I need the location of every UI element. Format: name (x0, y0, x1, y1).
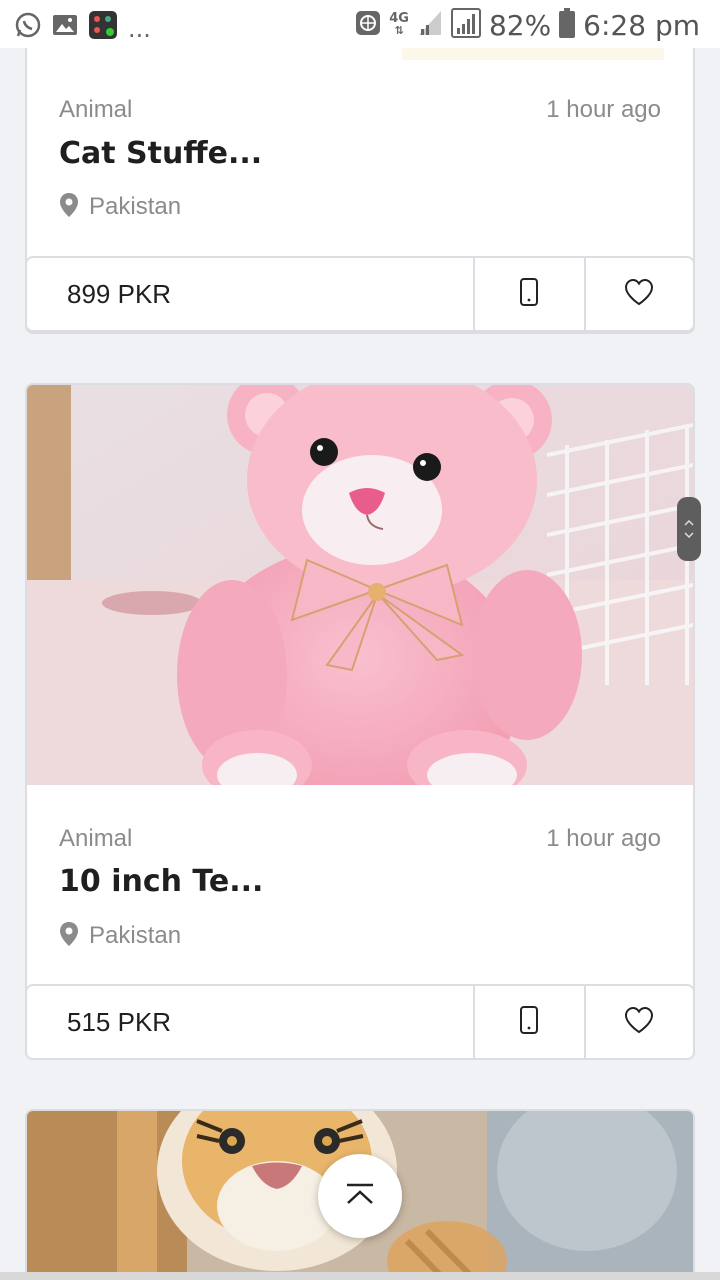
listing-price: 899 PKR (27, 258, 475, 330)
map-pin-icon (59, 921, 79, 951)
scroll-to-top-button[interactable] (318, 1154, 402, 1238)
listing-title[interactable]: 10 inch Te... (59, 864, 263, 899)
listing-card[interactable]: Animal 1 hour ago 10 inch Te... Pakistan… (25, 383, 695, 1060)
clock: 6:28 pm (583, 8, 700, 42)
listing-action-bar: 515 PKR (27, 984, 693, 1058)
listing-time: 1 hour ago (546, 825, 661, 852)
listing-card[interactable]: Animal 1 hour ago Cat Stuffe... Pakistan… (25, 0, 695, 334)
heart-icon (624, 278, 654, 310)
call-button[interactable] (475, 986, 584, 1058)
gallery-notification-icon (52, 13, 78, 41)
signal-strength-icon (417, 9, 443, 41)
more-notifications: ... (128, 15, 151, 43)
location-text: Pakistan (89, 193, 182, 220)
bottom-edge (0, 1272, 720, 1280)
heart-icon (624, 1006, 654, 1038)
listing-location: Pakistan (59, 192, 181, 222)
location-text: Pakistan (89, 922, 182, 949)
status-bar: ... 4G ⇅ 82% 6:28 pm (0, 0, 720, 48)
call-button[interactable] (475, 258, 584, 330)
listing-price: 515 PKR (27, 986, 475, 1058)
listing-image-remnant (402, 48, 664, 60)
battery-percent: 82% (488, 8, 552, 42)
app-notification-icon (88, 10, 118, 44)
listing-time: 1 hour ago (546, 96, 661, 123)
phone-icon (519, 277, 539, 311)
listing-action-bar: 899 PKR (27, 256, 693, 332)
listing-category: Animal (59, 825, 133, 852)
map-pin-icon (59, 192, 79, 222)
chevron-up-icon (344, 1183, 376, 1209)
listing-title[interactable]: Cat Stuffe... (59, 136, 262, 171)
whatsapp-notification-icon (14, 11, 42, 43)
listing-image-teddy-bear[interactable] (27, 385, 693, 785)
fast-scroll-handle[interactable] (677, 497, 701, 561)
favorite-button[interactable] (583, 258, 693, 330)
signal-strength-icon-2 (450, 8, 481, 42)
listing-category: Animal (59, 96, 133, 123)
vpn-globe-icon (355, 10, 381, 40)
battery-icon (559, 8, 576, 42)
listing-location: Pakistan (59, 921, 181, 951)
network-type: 4G ⇅ (389, 11, 409, 37)
favorite-button[interactable] (583, 986, 693, 1058)
phone-icon (519, 1005, 539, 1039)
